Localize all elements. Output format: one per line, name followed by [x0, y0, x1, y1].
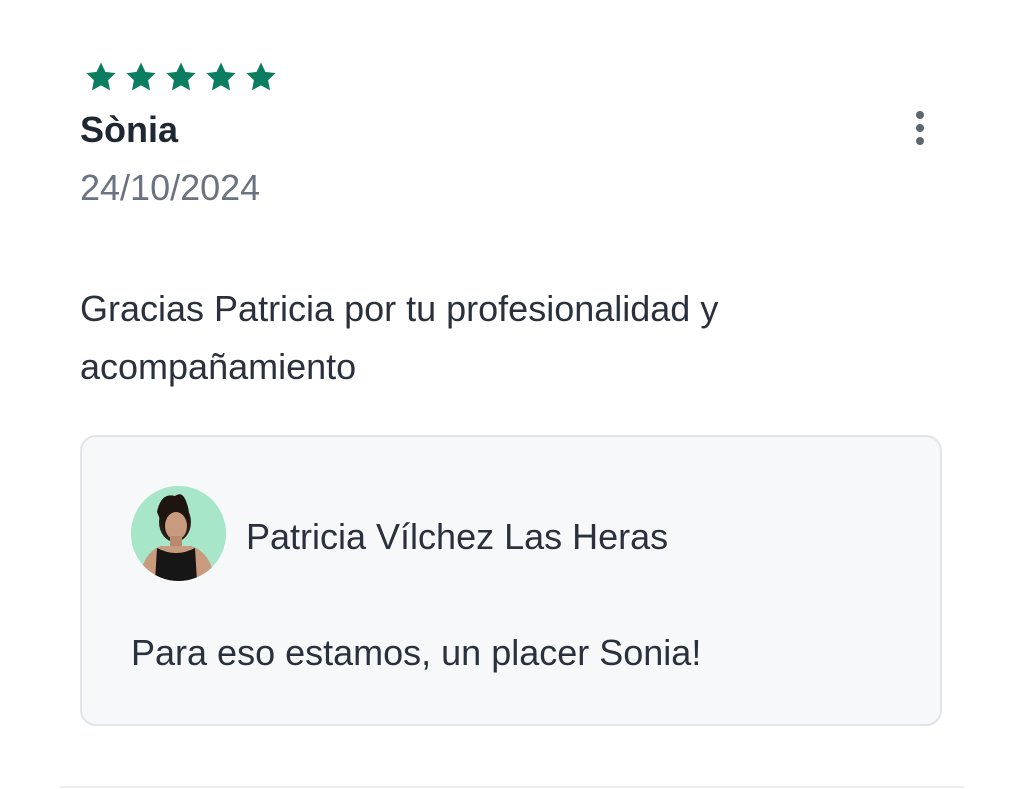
review-date: 24/10/2024 [80, 167, 261, 208]
star-icon [126, 62, 156, 91]
reply-text: Para eso estamos, un placer Sonia! [131, 632, 702, 673]
star-icon [206, 62, 236, 91]
star-rating [84, 60, 278, 94]
star-icon [86, 62, 116, 91]
star-icon [166, 62, 196, 91]
avatar [131, 486, 226, 581]
divider [60, 786, 964, 788]
more-options-button[interactable] [900, 104, 940, 152]
star-icon [246, 62, 276, 91]
reviewer-name: Sònia [80, 109, 179, 150]
avatar-image [131, 486, 226, 581]
reply-author-name: Patricia Vílchez Las Heras [246, 516, 669, 557]
review-card: Sònia 24/10/2024 Gracias Patricia por tu… [0, 0, 1024, 789]
more-vertical-icon [916, 111, 924, 119]
review-text: Gracias Patricia por tu profesionalidad … [80, 288, 719, 387]
owner-reply: Patricia Vílchez Las Heras Para eso esta… [80, 435, 942, 726]
